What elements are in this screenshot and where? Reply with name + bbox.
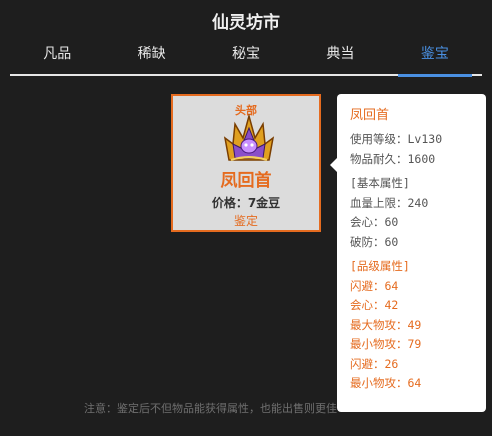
flaming-crown-helmet-icon <box>223 114 275 161</box>
item-price: 价格：7金豆 <box>211 196 281 210</box>
tooltip-quality-stat: 闪避：26 <box>350 356 399 371</box>
tooltip-quality-header: [品级属性] <box>350 259 410 273</box>
item-name: 凤回首 <box>220 171 272 191</box>
tooltip-base-stat: 会心：60 <box>350 215 399 229</box>
tooltip-quality-stat: 最小物攻：79 <box>350 337 422 351</box>
tooltip-level: 使用等级：Lv130 <box>350 132 443 146</box>
tab-common[interactable]: 凡品 <box>10 40 104 74</box>
tooltip-base-header: [基本属性] <box>350 176 410 190</box>
tooltip-quality-stat: 最大物攻：49 <box>350 317 422 332</box>
page-title: 仙灵坊市 <box>212 13 280 33</box>
tab-pawn[interactable]: 典当 <box>293 40 387 74</box>
tooltip-quality-stat: 最小物攻：64 <box>350 376 422 390</box>
tab-treasure[interactable]: 秘宝 <box>199 40 293 74</box>
tooltip-base-stat: 血量上限：240 <box>350 195 429 210</box>
tab-rare[interactable]: 稀缺 <box>104 40 198 74</box>
tab-appraise[interactable]: 鉴宝 <box>388 40 482 77</box>
tooltip-item-name: 凤回首 <box>350 108 390 123</box>
tooltip-base-stat: 破防：60 <box>350 234 399 249</box>
tooltip-quality-stat: 闪避：64 <box>350 278 399 293</box>
tooltip-durability: 物品耐久：1600 <box>350 151 436 166</box>
item-card[interactable]: 头部 凤回首 价格：7金豆 鉴定 <box>171 94 321 232</box>
tooltip-quality-stat: 会心：42 <box>350 298 399 312</box>
footer-note: 注意：鉴定后不但物品能获得属性，也能出售则更佳 <box>84 402 337 415</box>
market-tabs: 凡品 稀缺 秘宝 典当 鉴宝 <box>10 40 482 77</box>
item-tooltip: 凤回首 使用等级：Lv130 物品耐久：1600 [基本属性] 血量上限：240… <box>330 94 486 412</box>
appraise-button[interactable]: 鉴定 <box>173 212 319 229</box>
